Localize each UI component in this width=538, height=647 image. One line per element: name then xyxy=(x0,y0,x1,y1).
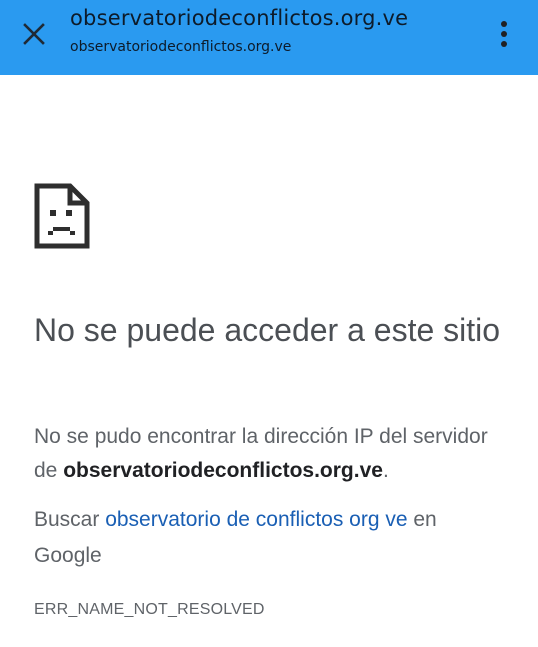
search-google-link[interactable]: observatorio de conflictos org ve xyxy=(105,508,407,531)
search-prefix: Buscar xyxy=(34,508,106,531)
description-suffix: . xyxy=(382,459,389,482)
overflow-menu-button[interactable] xyxy=(490,18,518,50)
error-headline: No se puede acceder a este sitio xyxy=(34,312,501,348)
close-icon xyxy=(23,23,45,45)
page-url[interactable]: observatoriodeconflictos.org.ve xyxy=(70,39,291,55)
error-code: ERR_NAME_NOT_RESOLVED xyxy=(34,601,265,618)
domain-name: observatoriodeconflictos.org.ve xyxy=(63,459,383,482)
custom-tab-toolbar: observatoriodeconflictos.org.ve observat… xyxy=(0,0,538,75)
search-suggestion: Buscar observatorio de conflictos org ve… xyxy=(34,502,494,574)
page-title: observatoriodeconflictos.org.ve xyxy=(70,6,409,30)
sad-page-icon xyxy=(34,183,90,249)
error-description: No se pudo encontrar la dirección IP del… xyxy=(34,420,514,488)
close-button[interactable] xyxy=(18,18,50,50)
